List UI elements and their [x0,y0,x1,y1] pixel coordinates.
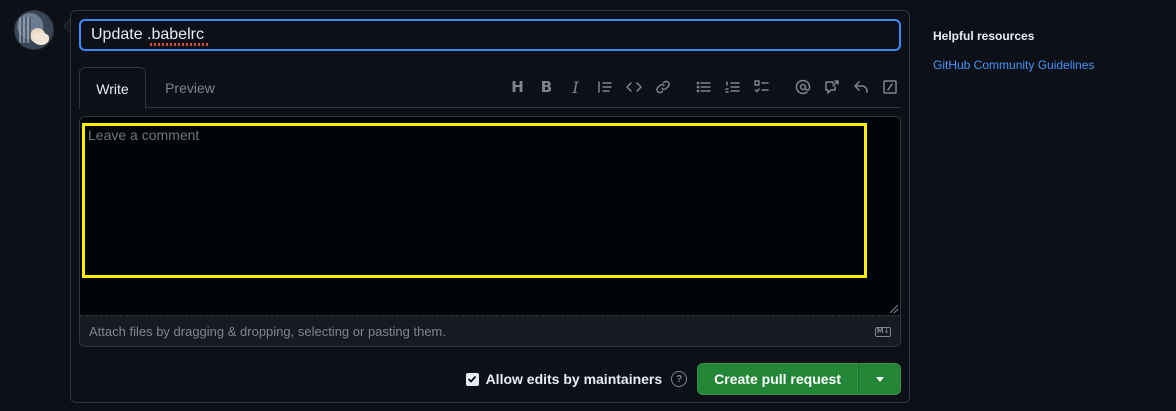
reply-icon[interactable] [849,76,872,99]
italic-icon[interactable]: I [564,76,587,99]
heading-icon[interactable]: H [506,76,529,99]
tab-write[interactable]: Write [79,67,146,109]
mention-icon[interactable] [791,76,814,99]
comment-editor: Attach files by dragging & dropping, sel… [79,116,901,347]
allow-edits-checkbox[interactable] [465,372,479,386]
pr-title-input[interactable] [79,19,901,51]
slash-commands-icon[interactable] [878,76,901,99]
helpful-resources: Helpful resources GitHub Community Guide… [933,29,1094,74]
spellcheck-underline [150,43,210,46]
allow-edits-label: Allow edits by maintainers [485,371,663,387]
editor-tabs: Write Preview H B I [79,67,901,109]
avatar-image-face [33,33,49,45]
triangle-down-icon [875,376,884,382]
comment-textarea[interactable] [80,117,900,315]
link-icon[interactable] [651,76,674,99]
markdown-toolbar: H B I [506,75,901,99]
resize-handle[interactable] [890,305,898,313]
unordered-list-icon[interactable] [692,76,715,99]
avatar-image-detail [19,17,31,43]
bold-icon[interactable]: B [535,76,558,99]
tab-preview[interactable]: Preview [155,67,225,108]
cross-reference-icon[interactable] [820,76,843,99]
user-avatar[interactable] [14,10,54,50]
help-icon[interactable]: ? [671,371,688,387]
form-footer: Allow edits by maintainers ? Create pull… [465,363,901,395]
create-pr-button-group: Create pull request [697,363,901,395]
ordered-list-icon[interactable] [721,76,744,99]
attach-files-text: Attach files by dragging & dropping, sel… [89,324,446,339]
helpful-resources-heading: Helpful resources [933,29,1035,43]
create-options-dropdown-button[interactable] [858,363,901,395]
new-pull-request-form: Write Preview H B I [70,10,910,403]
community-guidelines-link[interactable]: GitHub Community Guidelines [933,58,1094,72]
allow-edits-option[interactable]: Allow edits by maintainers ? [465,371,688,387]
quote-icon[interactable] [593,76,616,99]
markdown-icon[interactable]: M↓ [875,326,891,337]
create-pull-request-button[interactable]: Create pull request [697,363,858,395]
code-icon[interactable] [622,76,645,99]
task-list-icon[interactable] [750,76,773,99]
file-attachment-bar[interactable]: Attach files by dragging & dropping, sel… [80,315,900,346]
